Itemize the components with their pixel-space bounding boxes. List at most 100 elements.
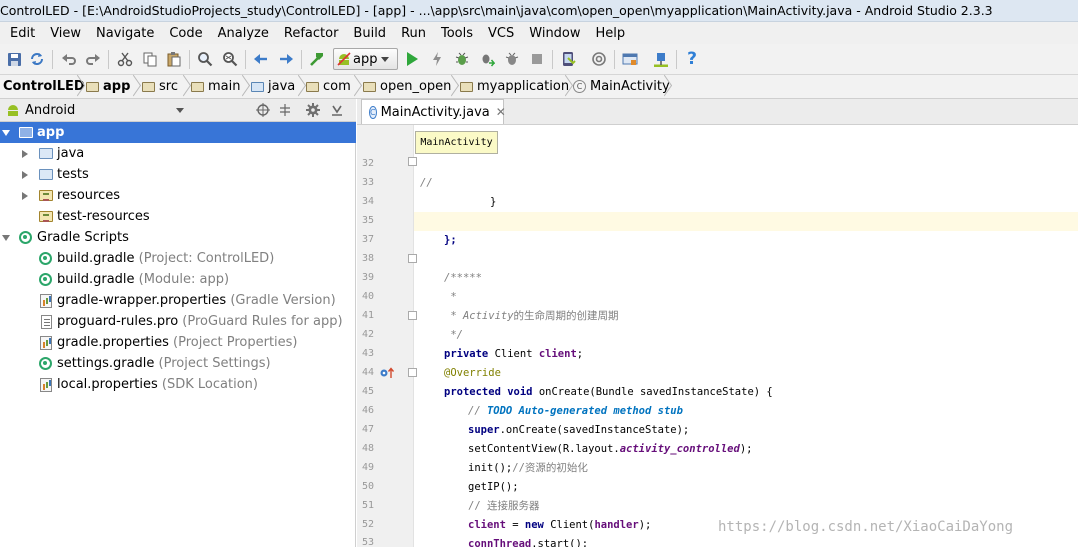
class-icon: C (369, 105, 377, 119)
code-line: getIP(); (414, 459, 1078, 493)
find-icon[interactable] (196, 50, 214, 68)
breadcrumb-main[interactable]: main (191, 79, 240, 94)
package-icon (306, 81, 319, 92)
code-line: /***** (414, 250, 1078, 284)
breadcrumb-src[interactable]: src (142, 79, 178, 94)
run-configuration-selector[interactable]: app (333, 48, 398, 70)
make-project-icon[interactable] (308, 50, 326, 68)
avd-manager-icon[interactable] (559, 50, 577, 68)
menu-navigate[interactable]: Navigate (88, 26, 161, 41)
properties-file-icon (40, 294, 52, 308)
code-line: // (414, 155, 1078, 189)
android-monitor-icon[interactable] (652, 50, 670, 68)
menu-run[interactable]: Run (393, 26, 433, 41)
menu-vcs[interactable]: VCS (480, 26, 521, 41)
class-icon: C (573, 80, 586, 93)
code-line: super.onCreate(savedInstanceState); (414, 402, 1078, 436)
paste-icon[interactable] (165, 50, 183, 68)
tree-item-label: java (57, 146, 85, 161)
override-method-icon[interactable] (380, 367, 395, 383)
menu-build[interactable]: Build (345, 26, 393, 41)
tree-item-build-gradle-module[interactable]: build.gradle (Module: app) (0, 269, 356, 290)
redo-icon[interactable] (84, 50, 102, 68)
stop-icon[interactable] (528, 50, 546, 68)
tree-item-app[interactable]: app (0, 122, 356, 143)
tree-item-proguard-rules[interactable]: proguard-rules.pro (ProGuard Rules for a… (0, 311, 356, 332)
tree-item-label: build.gradle (57, 272, 135, 287)
expand-arrow-icon[interactable] (2, 235, 10, 241)
breadcrumb-app[interactable]: app (86, 79, 130, 94)
line-number: 37 (362, 234, 375, 245)
sync-target-icon[interactable] (256, 103, 270, 121)
breadcrumb-mainactivity[interactable]: C MainActivity (573, 79, 670, 94)
line-number: 52 (362, 519, 375, 530)
menu-tools[interactable]: Tools (433, 26, 480, 41)
line-number: 47 (362, 424, 375, 435)
tree-item-gradle-properties[interactable]: gradle.properties (Project Properties) (0, 332, 356, 353)
forward-icon[interactable] (277, 50, 295, 68)
breadcrumb-com[interactable]: com (306, 79, 351, 94)
gradle-icon (39, 357, 52, 370)
sync-icon[interactable] (28, 50, 46, 68)
close-icon[interactable]: ✕ (496, 105, 506, 119)
attach-debugger-icon[interactable] (478, 50, 496, 68)
tree-item-java[interactable]: java (0, 143, 356, 164)
menu-help[interactable]: Help (588, 26, 633, 41)
class-tooltip: MainActivity (415, 131, 498, 154)
apply-changes-icon[interactable] (428, 50, 446, 68)
collapse-arrow-icon[interactable] (22, 171, 28, 179)
gear-icon[interactable] (306, 103, 320, 121)
help-icon[interactable]: ? (683, 50, 701, 68)
tree-item-label: local.properties (57, 377, 158, 392)
tree-item-settings-gradle[interactable]: settings.gradle (Project Settings) (0, 353, 356, 374)
line-number: 48 (362, 443, 375, 454)
breadcrumb-myapplication[interactable]: myapplication (460, 79, 569, 94)
tree-item-label: resources (57, 188, 121, 203)
run-icon[interactable] (403, 50, 421, 68)
menu-code[interactable]: Code (161, 26, 209, 41)
tree-item-local-properties[interactable]: local.properties (SDK Location) (0, 374, 356, 395)
collapse-all-icon[interactable] (278, 103, 292, 121)
save-all-icon[interactable] (5, 50, 23, 68)
line-number: 41 (362, 310, 375, 321)
tree-item-gradle-wrapper-properties[interactable]: gradle-wrapper.properties (Gradle Versio… (0, 290, 356, 311)
menu-analyze[interactable]: Analyze (210, 26, 276, 41)
tree-item-gradle-scripts[interactable]: Gradle Scripts (0, 227, 356, 248)
collapse-arrow-icon[interactable] (22, 150, 28, 158)
code-line: init();//资源的初始化 (414, 440, 1078, 474)
copy-icon[interactable] (141, 50, 159, 68)
expand-arrow-icon[interactable] (2, 130, 10, 136)
collapse-arrow-icon[interactable] (22, 192, 28, 200)
gradle-icon (19, 231, 32, 244)
tree-item-test-resources[interactable]: test-resources (0, 206, 356, 227)
cut-icon[interactable] (116, 50, 134, 68)
project-structure-icon[interactable] (621, 50, 639, 68)
menu-edit[interactable]: Edit (0, 26, 42, 41)
tree-item-label: gradle.properties (57, 335, 169, 350)
hide-panel-icon[interactable] (330, 103, 344, 121)
tree-item-tests[interactable]: tests (0, 164, 356, 185)
window-title-bar: ControlLED - [E:\AndroidStudioProjects_s… (0, 0, 1078, 22)
tree-item-label: test-resources (57, 209, 150, 224)
menu-window[interactable]: Window (521, 26, 587, 41)
project-view-selector[interactable]: Android (25, 103, 75, 118)
back-icon[interactable] (252, 50, 270, 68)
code-line: // 连接服务器 (414, 478, 1078, 512)
tree-item-resources[interactable]: resources (0, 185, 356, 206)
line-number: 40 (362, 291, 375, 302)
chevron-down-icon[interactable] (176, 108, 184, 113)
properties-file-icon (40, 378, 52, 392)
menu-refactor[interactable]: Refactor (276, 26, 346, 41)
line-number: 43 (362, 348, 375, 359)
breadcrumb-java[interactable]: java (251, 79, 295, 94)
sdk-manager-icon[interactable] (590, 50, 608, 68)
replace-icon[interactable] (221, 50, 239, 68)
breadcrumb-label: open_open (380, 79, 452, 94)
menu-view[interactable]: View (42, 26, 88, 41)
debug-alt-icon[interactable] (503, 50, 521, 68)
debug-icon[interactable] (453, 50, 471, 68)
tree-item-build-gradle-project[interactable]: build.gradle (Project: ControlLED) (0, 248, 356, 269)
undo-icon[interactable] (60, 50, 78, 68)
breadcrumb-open-open[interactable]: open_open (363, 79, 451, 94)
tab-mainactivity-java[interactable]: C MainActivity.java ✕ (361, 99, 506, 124)
